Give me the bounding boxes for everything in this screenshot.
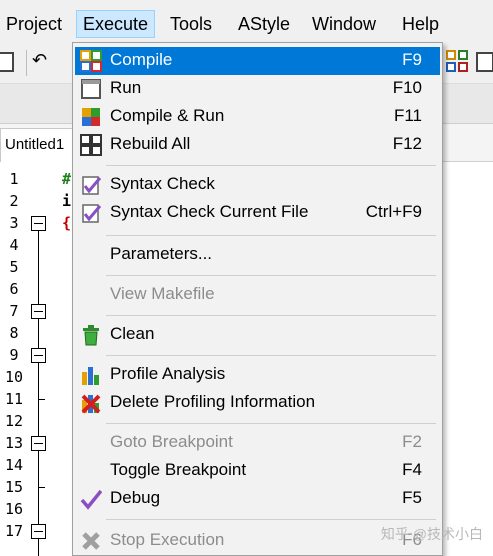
menu-item-label: Parameters... xyxy=(110,244,213,263)
line-number: 2 xyxy=(9,192,19,210)
syntax-check-icon xyxy=(80,174,102,196)
code-text: { xyxy=(62,214,72,232)
fold-toggle-icon[interactable] xyxy=(31,304,46,319)
menu-item-delete-profiling[interactable]: Delete Profiling Information xyxy=(75,389,440,417)
line-gutter: 1 2 3 4 5 6 7 8 9 10 11 12 13 14 15 16 1… xyxy=(0,162,60,556)
bar-chart-icon xyxy=(80,364,102,386)
menu-separator xyxy=(106,235,436,236)
menu-item-view-makefile[interactable]: View Makefile xyxy=(75,281,440,309)
menu-separator xyxy=(106,275,436,276)
menu-item-shortcut: F12 xyxy=(392,134,422,153)
fold-toggle-icon[interactable] xyxy=(31,216,46,231)
code-text: # xyxy=(62,170,72,188)
menu-window[interactable]: Window xyxy=(306,10,382,38)
run-icon xyxy=(80,78,102,100)
toolbar-separator xyxy=(26,50,27,76)
menu-separator xyxy=(106,165,436,166)
menu-item-shortcut: F9 xyxy=(402,50,422,69)
menu-item-clean[interactable]: Clean xyxy=(75,321,440,349)
line-number: 12 xyxy=(4,412,24,430)
menu-item-label: Syntax Check Current File xyxy=(110,202,309,221)
menu-separator xyxy=(106,519,436,520)
menu-item-label: Rebuild All xyxy=(110,134,191,153)
menu-item-label: Compile & Run xyxy=(110,106,225,125)
menu-separator xyxy=(106,355,436,356)
line-number: 13 xyxy=(4,434,24,452)
menu-item-debug[interactable]: Debug F5 xyxy=(75,485,440,513)
menu-item-label: Compile xyxy=(110,50,173,69)
line-number: 7 xyxy=(9,302,19,320)
run-toolbar-icon[interactable] xyxy=(476,52,493,72)
fold-toggle-icon[interactable] xyxy=(31,436,46,451)
line-number: 10 xyxy=(4,368,24,386)
line-number: 4 xyxy=(9,236,19,254)
menu-item-run[interactable]: Run F10 xyxy=(75,75,440,103)
menu-item-label: Delete Profiling Information xyxy=(110,392,316,411)
line-number: 9 xyxy=(9,346,19,364)
menu-item-label: View Makefile xyxy=(110,284,215,303)
undo-icon[interactable]: ↶ xyxy=(32,50,47,71)
fold-guide xyxy=(38,230,39,556)
stop-icon xyxy=(80,530,102,552)
syntax-check-file-icon xyxy=(80,202,102,224)
menu-execute[interactable]: Execute xyxy=(76,10,156,38)
line-number: 14 xyxy=(4,456,24,474)
fold-toggle-icon[interactable] xyxy=(31,348,46,363)
menu-item-shortcut: F5 xyxy=(402,488,422,507)
menu-item-label: Goto Breakpoint xyxy=(110,432,233,451)
menu-help[interactable]: Help xyxy=(396,10,445,38)
menu-item-label: Toggle Breakpoint xyxy=(110,460,247,479)
delete-chart-icon xyxy=(80,392,102,414)
menu-item-goto-breakpoint[interactable]: Goto Breakpoint F2 xyxy=(75,429,440,457)
line-number: 5 xyxy=(9,258,19,276)
menu-item-rebuild-all[interactable]: Rebuild All F12 xyxy=(75,131,440,159)
compile-run-icon xyxy=(80,106,102,128)
menu-item-parameters[interactable]: Parameters... xyxy=(75,241,440,269)
check-icon xyxy=(80,488,103,510)
menu-separator xyxy=(106,315,436,316)
menu-astyle[interactable]: AStyle xyxy=(232,10,296,38)
menu-item-shortcut: Ctrl+F9 xyxy=(365,202,422,221)
menu-bar: Project Execute Tools AStyle Window Help xyxy=(0,0,493,42)
compile-toolbar-icon[interactable] xyxy=(446,50,468,72)
compile-icon xyxy=(80,50,102,72)
menu-item-profile-analysis[interactable]: Profile Analysis xyxy=(75,361,440,389)
line-number: 11 xyxy=(4,390,24,408)
menu-item-shortcut: F10 xyxy=(392,78,422,97)
menu-item-shortcut: F11 xyxy=(393,106,422,125)
line-number: 8 xyxy=(9,324,19,342)
line-number: 17 xyxy=(4,522,24,540)
menu-item-label: Profile Analysis xyxy=(110,364,226,383)
menu-item-label: Run xyxy=(110,78,142,97)
menu-item-label: Stop Execution xyxy=(110,530,225,549)
menu-item-shortcut: F4 xyxy=(402,460,422,479)
code-text: i xyxy=(62,192,72,210)
menu-item-compile[interactable]: Compile F9 xyxy=(75,47,440,75)
fold-toggle-icon[interactable] xyxy=(31,524,46,539)
menu-item-toggle-breakpoint[interactable]: Toggle Breakpoint F4 xyxy=(75,457,440,485)
fold-tick xyxy=(38,487,45,488)
menu-item-syntax-check[interactable]: Syntax Check xyxy=(75,171,440,199)
rebuild-icon xyxy=(80,134,102,156)
line-number: 16 xyxy=(4,500,24,518)
menu-item-syntax-check-file[interactable]: Syntax Check Current File Ctrl+F9 xyxy=(75,199,440,227)
line-number: 15 xyxy=(4,478,24,496)
line-number: 6 xyxy=(9,280,19,298)
line-number: 1 xyxy=(9,170,19,188)
menu-item-label: Debug xyxy=(110,488,161,507)
line-number: 3 xyxy=(9,214,19,232)
menu-separator xyxy=(106,423,436,424)
watermark: 知乎 @技术小白 xyxy=(380,526,483,542)
menu-item-label: Syntax Check xyxy=(110,174,215,193)
fold-tick xyxy=(38,399,45,400)
menu-item-label: Clean xyxy=(110,324,155,343)
trash-icon xyxy=(80,324,102,346)
menu-tools[interactable]: Tools xyxy=(164,10,218,38)
menu-item-compile-run[interactable]: Compile & Run F11 xyxy=(75,103,440,131)
execute-menu: Compile F9 Run F10 Compile & Run F11 Reb… xyxy=(72,42,443,556)
menu-project[interactable]: Project xyxy=(0,10,68,38)
save-icon[interactable] xyxy=(0,52,14,72)
menu-item-shortcut: F2 xyxy=(402,432,422,451)
